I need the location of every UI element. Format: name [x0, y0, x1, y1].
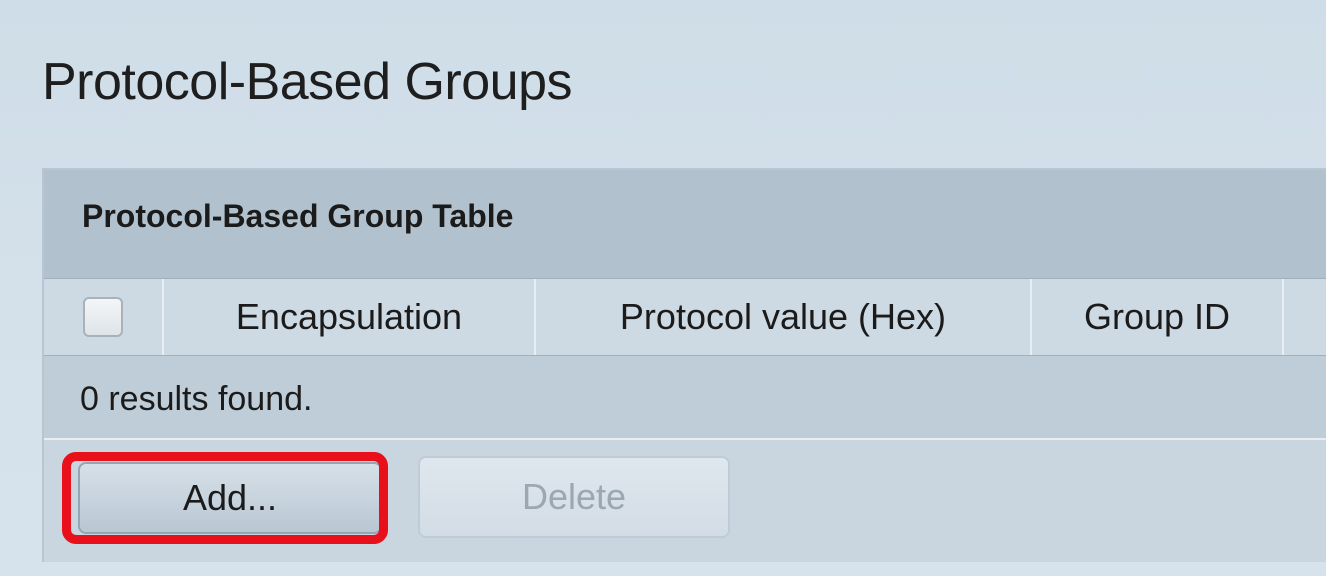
column-header-encapsulation[interactable]: Encapsulation [164, 279, 536, 355]
button-row: Add... Delete [44, 440, 1326, 562]
select-all-checkbox[interactable] [83, 297, 123, 337]
protocol-group-table-panel: Protocol-Based Group Table Encapsulation… [42, 168, 1326, 562]
select-all-cell [44, 279, 164, 355]
add-button[interactable]: Add... [78, 462, 382, 534]
results-count: 0 results found. [80, 380, 313, 418]
column-header-protocol-value[interactable]: Protocol value (Hex) [536, 279, 1032, 355]
column-header-group-id[interactable]: Group ID [1032, 279, 1284, 355]
column-header-row: Encapsulation Protocol value (Hex) Group… [44, 278, 1326, 356]
results-row: 0 results found. [44, 356, 1326, 440]
table-header: Protocol-Based Group Table [44, 170, 1326, 278]
page: Protocol-Based Groups Protocol-Based Gro… [0, 0, 1326, 576]
page-title: Protocol-Based Groups [42, 53, 573, 111]
delete-button: Delete [418, 456, 730, 538]
column-header-overflow [1284, 279, 1326, 355]
table-title: Protocol-Based Group Table [82, 198, 514, 234]
